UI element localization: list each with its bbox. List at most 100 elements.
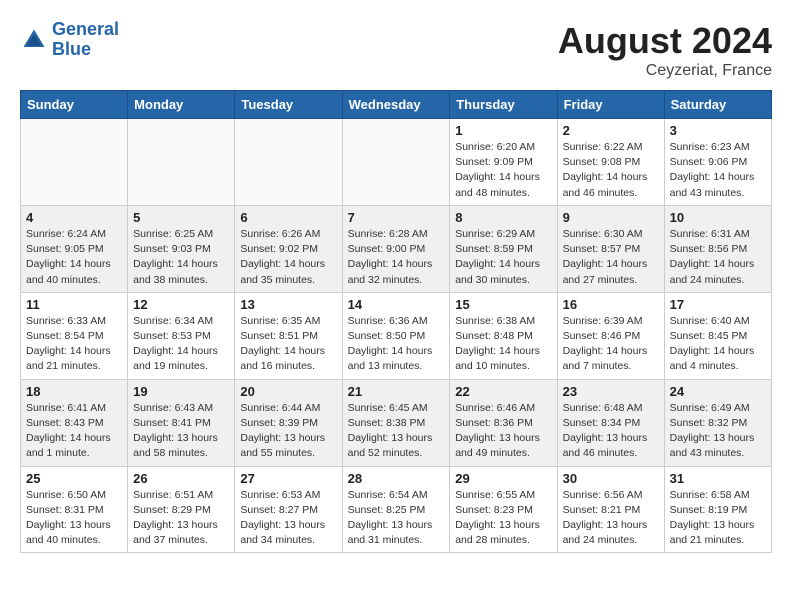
calendar-cell: 27 Sunrise: 6:53 AMSunset: 8:27 PMDayligh…	[235, 466, 342, 553]
weekday-header-thursday: Thursday	[450, 91, 557, 119]
day-detail: Sunrise: 6:25 AMSunset: 9:03 PMDaylight:…	[133, 227, 229, 288]
day-number: 4	[26, 210, 122, 225]
day-detail: Sunrise: 6:23 AMSunset: 9:06 PMDaylight:…	[670, 140, 766, 201]
day-detail: Sunrise: 6:39 AMSunset: 8:46 PMDaylight:…	[563, 314, 659, 375]
calendar-cell: 19Sunrise: 6:43 AMSunset: 8:41 PMDayligh…	[128, 379, 235, 466]
calendar-cell: 10Sunrise: 6:31 AMSunset: 8:56 PMDayligh…	[664, 205, 771, 292]
day-detail: Sunrise: 6:49 AMSunset: 8:32 PMDaylight:…	[670, 401, 766, 462]
day-number: 7	[348, 210, 445, 225]
day-number: 31	[670, 471, 766, 486]
calendar-cell: 8 Sunrise: 6:29 AMSunset: 8:59 PMDaylight…	[450, 205, 557, 292]
day-number: 24	[670, 384, 766, 399]
calendar-cell: 3 Sunrise: 6:23 AMSunset: 9:06 PMDaylight…	[664, 119, 771, 206]
calendar-cell: 29Sunrise: 6:55 AMSunset: 8:23 PMDayligh…	[450, 466, 557, 553]
calendar-cell: 16Sunrise: 6:39 AMSunset: 8:46 PMDayligh…	[557, 292, 664, 379]
logo-icon	[20, 26, 48, 54]
weekday-header-wednesday: Wednesday	[342, 91, 450, 119]
day-detail: Sunrise: 6:44 AMSunset: 8:39 PMDaylight:…	[240, 401, 336, 462]
calendar-cell	[128, 119, 235, 206]
calendar-cell: 1 Sunrise: 6:20 AMSunset: 9:09 PMDaylight…	[450, 119, 557, 206]
weekday-header-sunday: Sunday	[21, 91, 128, 119]
calendar-cell	[21, 119, 128, 206]
calendar-cell: 2 Sunrise: 6:22 AMSunset: 9:08 PMDaylight…	[557, 119, 664, 206]
day-detail: Sunrise: 6:40 AMSunset: 8:45 PMDaylight:…	[670, 314, 766, 375]
page-header: General Blue August 2024 Ceyzeriat, Fran…	[20, 20, 772, 80]
calendar-cell	[235, 119, 342, 206]
day-number: 27	[240, 471, 336, 486]
day-number: 19	[133, 384, 229, 399]
calendar-week-5: 25 Sunrise: 6:50 AMSunset: 8:31 PMDayligh…	[21, 466, 772, 553]
calendar-cell: 26 Sunrise: 6:51 AMSunset: 8:29 PMDayligh…	[128, 466, 235, 553]
weekday-header-monday: Monday	[128, 91, 235, 119]
weekday-header-saturday: Saturday	[664, 91, 771, 119]
day-detail: Sunrise: 6:38 AMSunset: 8:48 PMDaylight:…	[455, 314, 551, 375]
day-number: 9	[563, 210, 659, 225]
day-number: 2	[563, 123, 659, 138]
day-number: 28	[348, 471, 445, 486]
day-number: 1	[455, 123, 551, 138]
calendar-cell: 15 Sunrise: 6:38 AMSunset: 8:48 PMDayligh…	[450, 292, 557, 379]
day-number: 13	[240, 297, 336, 312]
calendar-week-1: 1 Sunrise: 6:20 AMSunset: 9:09 PMDaylight…	[21, 119, 772, 206]
calendar-cell: 7 Sunrise: 6:28 AMSunset: 9:00 PMDaylight…	[342, 205, 450, 292]
calendar-cell: 11Sunrise: 6:33 AMSunset: 8:54 PMDayligh…	[21, 292, 128, 379]
day-detail: Sunrise: 6:20 AMSunset: 9:09 PMDaylight:…	[455, 140, 551, 201]
day-detail: Sunrise: 6:46 AMSunset: 8:36 PMDaylight:…	[455, 401, 551, 462]
day-number: 5	[133, 210, 229, 225]
day-detail: Sunrise: 6:54 AMSunset: 8:25 PMDaylight:…	[348, 488, 445, 549]
calendar-cell: 4 Sunrise: 6:24 AMSunset: 9:05 PMDaylight…	[21, 205, 128, 292]
calendar-cell: 22Sunrise: 6:46 AMSunset: 8:36 PMDayligh…	[450, 379, 557, 466]
calendar-week-2: 4 Sunrise: 6:24 AMSunset: 9:05 PMDaylight…	[21, 205, 772, 292]
day-number: 14	[348, 297, 445, 312]
day-number: 3	[670, 123, 766, 138]
day-detail: Sunrise: 6:58 AMSunset: 8:19 PMDaylight:…	[670, 488, 766, 549]
day-number: 26	[133, 471, 229, 486]
calendar-cell: 20 Sunrise: 6:44 AMSunset: 8:39 PMDayligh…	[235, 379, 342, 466]
calendar-week-3: 11Sunrise: 6:33 AMSunset: 8:54 PMDayligh…	[21, 292, 772, 379]
logo: General Blue	[20, 20, 119, 60]
day-detail: Sunrise: 6:53 AMSunset: 8:27 PMDaylight:…	[240, 488, 336, 549]
day-detail: Sunrise: 6:48 AMSunset: 8:34 PMDaylight:…	[563, 401, 659, 462]
day-number: 23	[563, 384, 659, 399]
title-block: August 2024 Ceyzeriat, France	[558, 20, 772, 80]
location: Ceyzeriat, France	[558, 62, 772, 80]
calendar-cell: 23 Sunrise: 6:48 AMSunset: 8:34 PMDayligh…	[557, 379, 664, 466]
day-number: 15	[455, 297, 551, 312]
day-detail: Sunrise: 6:29 AMSunset: 8:59 PMDaylight:…	[455, 227, 551, 288]
day-number: 30	[563, 471, 659, 486]
day-number: 25	[26, 471, 122, 486]
day-number: 17	[670, 297, 766, 312]
day-detail: Sunrise: 6:35 AMSunset: 8:51 PMDaylight:…	[240, 314, 336, 375]
calendar-cell	[342, 119, 450, 206]
logo-text: General Blue	[52, 20, 119, 60]
day-detail: Sunrise: 6:50 AMSunset: 8:31 PMDaylight:…	[26, 488, 122, 549]
day-number: 6	[240, 210, 336, 225]
day-detail: Sunrise: 6:56 AMSunset: 8:21 PMDaylight:…	[563, 488, 659, 549]
day-detail: Sunrise: 6:51 AMSunset: 8:29 PMDaylight:…	[133, 488, 229, 549]
weekday-header-row: SundayMondayTuesdayWednesdayThursdayFrid…	[21, 91, 772, 119]
day-detail: Sunrise: 6:24 AMSunset: 9:05 PMDaylight:…	[26, 227, 122, 288]
calendar-cell: 30 Sunrise: 6:56 AMSunset: 8:21 PMDayligh…	[557, 466, 664, 553]
calendar-cell: 13 Sunrise: 6:35 AMSunset: 8:51 PMDayligh…	[235, 292, 342, 379]
day-number: 11	[26, 297, 122, 312]
day-number: 20	[240, 384, 336, 399]
day-detail: Sunrise: 6:28 AMSunset: 9:00 PMDaylight:…	[348, 227, 445, 288]
day-number: 18	[26, 384, 122, 399]
calendar-cell: 12Sunrise: 6:34 AMSunset: 8:53 PMDayligh…	[128, 292, 235, 379]
day-detail: Sunrise: 6:22 AMSunset: 9:08 PMDaylight:…	[563, 140, 659, 201]
calendar-cell: 24 Sunrise: 6:49 AMSunset: 8:32 PMDayligh…	[664, 379, 771, 466]
day-number: 21	[348, 384, 445, 399]
month-year: August 2024	[558, 20, 772, 62]
day-number: 29	[455, 471, 551, 486]
day-number: 12	[133, 297, 229, 312]
calendar-cell: 17 Sunrise: 6:40 AMSunset: 8:45 PMDayligh…	[664, 292, 771, 379]
calendar-cell: 18Sunrise: 6:41 AMSunset: 8:43 PMDayligh…	[21, 379, 128, 466]
day-number: 8	[455, 210, 551, 225]
day-detail: Sunrise: 6:36 AMSunset: 8:50 PMDaylight:…	[348, 314, 445, 375]
day-detail: Sunrise: 6:45 AMSunset: 8:38 PMDaylight:…	[348, 401, 445, 462]
weekday-header-friday: Friday	[557, 91, 664, 119]
day-number: 10	[670, 210, 766, 225]
logo-blue: Blue	[52, 39, 91, 59]
logo-general: General	[52, 19, 119, 39]
calendar-cell: 28 Sunrise: 6:54 AMSunset: 8:25 PMDayligh…	[342, 466, 450, 553]
